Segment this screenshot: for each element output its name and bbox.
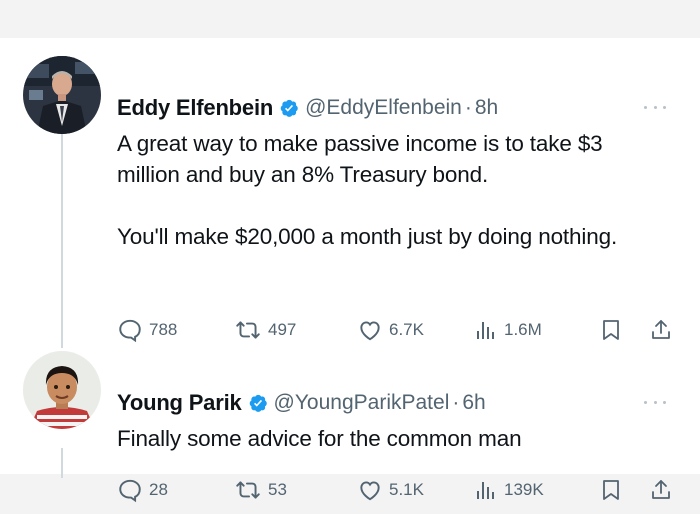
tweet-header: Young Parik @YoungParikPatel · 6h: [117, 390, 486, 416]
verified-badge-icon: [279, 98, 299, 118]
bookmark-icon: [599, 477, 623, 503]
views-icon: [474, 477, 498, 503]
reply-button[interactable]: 788: [117, 316, 177, 344]
like-button[interactable]: 5.1K: [357, 476, 424, 504]
like-icon: [357, 317, 383, 343]
repost-button[interactable]: 53: [234, 476, 287, 504]
author-name[interactable]: Young Parik: [117, 390, 242, 416]
tweet-text: A great way to make passive income is to…: [117, 128, 657, 252]
like-count: 5.1K: [389, 480, 424, 499]
verified-badge-icon: [248, 393, 268, 413]
repost-icon: [234, 317, 262, 343]
share-button[interactable]: [649, 476, 673, 504]
bookmark-button[interactable]: [599, 316, 623, 344]
thread-line: [61, 133, 63, 348]
separator-dot: ·: [464, 96, 472, 119]
views-button[interactable]: 139K: [474, 476, 544, 504]
tweet-text: Finally some advice for the common man: [117, 423, 657, 454]
more-icon[interactable]: [644, 102, 666, 112]
like-icon: [357, 477, 383, 503]
repost-count: 53: [268, 480, 287, 499]
action-bar: 28 53 5.1K 139K: [117, 476, 677, 504]
reply-icon: [117, 317, 143, 343]
more-icon[interactable]: [644, 397, 666, 407]
repost-count: 497: [268, 320, 297, 339]
timeline-card: Eddy Elfenbein @EddyElfenbein · 8h A gre…: [0, 38, 700, 503]
reply-count: 28: [149, 480, 168, 499]
action-bar: 788 497 6.7K 1.6M: [117, 316, 677, 344]
share-button[interactable]: [649, 316, 673, 344]
like-button[interactable]: 6.7K: [357, 316, 424, 344]
views-icon: [474, 317, 498, 343]
author-handle[interactable]: @EddyElfenbein: [305, 96, 462, 120]
tweet-header: Eddy Elfenbein @EddyElfenbein · 8h: [117, 95, 498, 121]
author-name[interactable]: Eddy Elfenbein: [117, 95, 273, 121]
reply-button[interactable]: 28: [117, 476, 168, 504]
separator-dot: ·: [452, 391, 460, 414]
tweet-paragraph: You'll make $20,000 a month just by doin…: [117, 224, 618, 249]
repost-icon: [234, 477, 262, 503]
repost-button[interactable]: 497: [234, 316, 296, 344]
view-count: 1.6M: [504, 320, 542, 339]
timestamp[interactable]: 6h: [462, 391, 485, 415]
reply-count: 788: [149, 320, 178, 339]
thread-line: [61, 448, 63, 478]
tweet-paragraph: Finally some advice for the common man: [117, 426, 522, 451]
tweet-paragraph: A great way to make passive income is to…: [117, 131, 603, 187]
avatar[interactable]: [23, 56, 101, 134]
bookmark-button[interactable]: [599, 476, 623, 504]
view-count: 139K: [504, 480, 544, 499]
share-icon: [649, 477, 673, 503]
bookmark-icon: [599, 317, 623, 343]
views-button[interactable]: 1.6M: [474, 316, 542, 344]
share-icon: [649, 317, 673, 343]
like-count: 6.7K: [389, 320, 424, 339]
author-handle[interactable]: @YoungParikPatel: [274, 391, 450, 415]
reply-icon: [117, 477, 143, 503]
avatar[interactable]: [23, 351, 101, 429]
timestamp[interactable]: 8h: [475, 96, 498, 120]
